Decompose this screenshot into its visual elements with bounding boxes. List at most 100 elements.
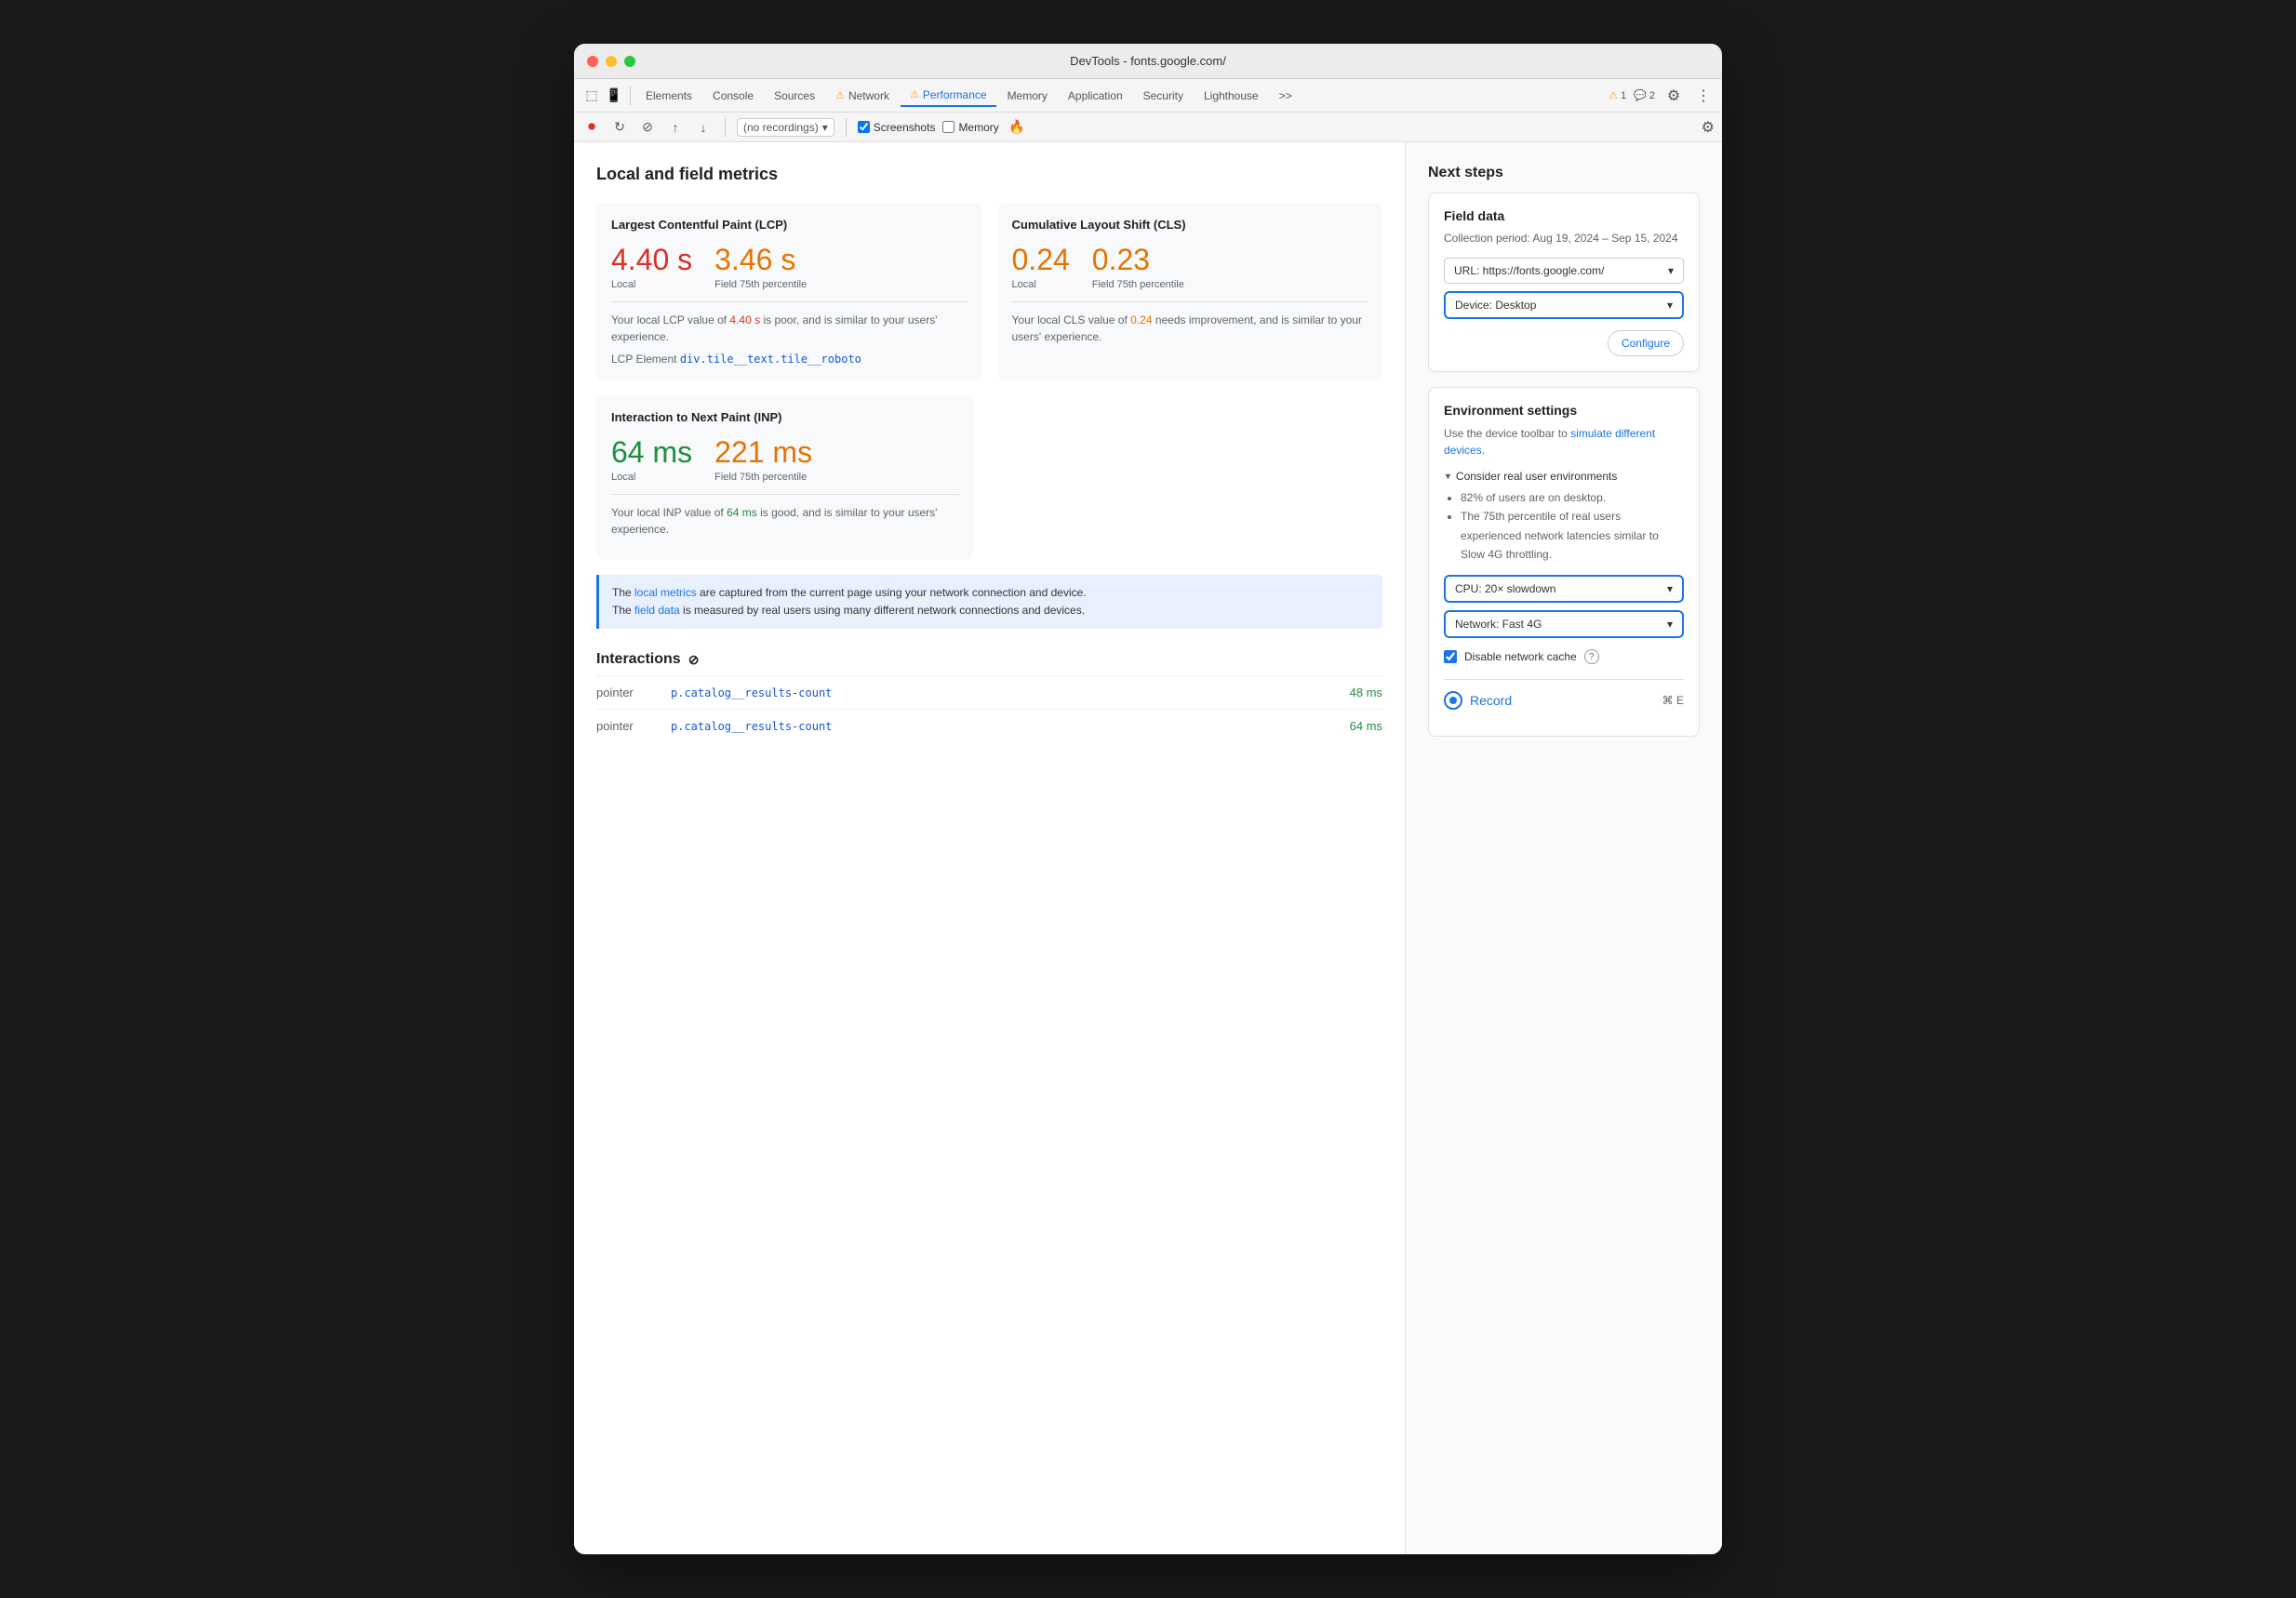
- tab-console[interactable]: Console: [703, 86, 763, 106]
- cls-local-label: Local: [1012, 279, 1070, 290]
- screenshots-checkbox-group[interactable]: Screenshots: [858, 121, 936, 134]
- recordings-select[interactable]: (no recordings) ▾: [737, 118, 834, 137]
- memory-checkbox[interactable]: [942, 121, 954, 133]
- record-shortcut: ⌘ E: [1662, 694, 1684, 707]
- cpu-dropdown[interactable]: CPU: 20× slowdown ▾: [1444, 575, 1684, 603]
- inp-divider: [611, 494, 959, 495]
- lcp-field-label: Field 75th percentile: [714, 279, 807, 290]
- inp-highlight: 64 ms: [727, 506, 757, 519]
- url-dropdown-arrow: ▾: [1668, 264, 1674, 277]
- main-toolbar: ⬚ 📱 Elements Console Sources Network Per…: [574, 79, 1722, 113]
- export-button[interactable]: ↓: [693, 117, 714, 138]
- more-options-button[interactable]: ⋮: [1692, 85, 1715, 107]
- secondary-separator: [725, 118, 726, 137]
- lcp-field-value: 3.46 s: [714, 243, 807, 277]
- inp-description: Your local INP value of 64 ms is good, a…: [611, 504, 959, 538]
- tab-more[interactable]: >>: [1270, 86, 1302, 106]
- network-dropdown[interactable]: Network: Fast 4G ▾: [1444, 610, 1684, 638]
- interaction-element-1[interactable]: p.catalog__results-count: [671, 686, 1350, 699]
- right-panel: Next steps Field data Collection period:…: [1406, 142, 1722, 1554]
- table-row: pointer p.catalog__results-count 64 ms: [596, 709, 1382, 742]
- minimize-button[interactable]: [606, 56, 617, 67]
- cls-values: 0.24 Local 0.23 Field 75th percentile: [1012, 243, 1368, 290]
- network-dropdown-arrow: ▾: [1667, 618, 1673, 631]
- cls-description: Your local CLS value of 0.24 needs impro…: [1012, 312, 1368, 345]
- settings-button[interactable]: ⚙: [1662, 85, 1685, 107]
- tab-network[interactable]: Network: [826, 86, 899, 106]
- record-icon: [1444, 691, 1462, 710]
- disable-cache-checkbox[interactable]: [1444, 650, 1457, 663]
- flamechart-icon[interactable]: 🔥: [1007, 117, 1027, 138]
- inspect-icon[interactable]: ⬚: [581, 86, 602, 106]
- lcp-field-group: 3.46 s Field 75th percentile: [714, 243, 807, 290]
- clear-button[interactable]: ⊘: [637, 117, 658, 138]
- environment-description: Use the device toolbar to simulate diffe…: [1444, 425, 1684, 459]
- consider-title[interactable]: Consider real user environments: [1444, 470, 1684, 483]
- tab-performance[interactable]: Performance: [901, 85, 996, 107]
- record-button[interactable]: Record: [1444, 691, 1512, 710]
- traffic-lights: [587, 56, 635, 67]
- cls-title: Cumulative Layout Shift (CLS): [1012, 218, 1368, 232]
- cls-field-label: Field 75th percentile: [1092, 279, 1184, 290]
- local-metrics-link[interactable]: local metrics: [634, 586, 697, 599]
- consider-section: Consider real user environments 82% of u…: [1444, 470, 1684, 565]
- secondary-toolbar: ⏺ ↻ ⊘ ↑ ↓ (no recordings) ▾ Screenshots …: [574, 113, 1722, 142]
- field-data-link[interactable]: field data: [634, 604, 680, 617]
- record-button[interactable]: ⏺: [581, 117, 602, 138]
- lcp-local-group: 4.40 s Local: [611, 243, 692, 290]
- memory-checkbox-group[interactable]: Memory: [942, 121, 998, 134]
- panel-settings-icon[interactable]: ⚙: [1702, 118, 1715, 137]
- table-row: pointer p.catalog__results-count 48 ms: [596, 675, 1382, 709]
- cls-field-value: 0.23: [1092, 243, 1184, 277]
- lcp-element-value[interactable]: div.tile__text.tile__roboto: [680, 353, 861, 366]
- interaction-type-1: pointer: [596, 686, 671, 699]
- interactions-table: pointer p.catalog__results-count 48 ms p…: [596, 675, 1382, 742]
- cls-field-group: 0.23 Field 75th percentile: [1092, 243, 1184, 290]
- device-dropdown[interactable]: Device: Desktop ▾: [1444, 291, 1684, 319]
- tab-application[interactable]: Application: [1059, 86, 1132, 106]
- record-row: Record ⌘ E: [1444, 679, 1684, 721]
- lcp-description: Your local LCP value of 4.40 s is poor, …: [611, 312, 968, 345]
- tab-lighthouse[interactable]: Lighthouse: [1195, 86, 1268, 106]
- environment-card: Environment settings Use the device tool…: [1428, 387, 1700, 738]
- lcp-highlight: 4.40 s: [729, 313, 760, 326]
- cls-local-group: 0.24 Local: [1012, 243, 1070, 290]
- inp-local-label: Local: [611, 472, 692, 483]
- list-item: The 75th percentile of real users experi…: [1461, 507, 1684, 564]
- cls-local-value: 0.24: [1012, 243, 1070, 277]
- interaction-time-1: 48 ms: [1350, 686, 1382, 699]
- inp-field-value: 221 ms: [714, 435, 812, 470]
- cpu-dropdown-arrow: ▾: [1667, 582, 1673, 595]
- env-dropdowns: CPU: 20× slowdown ▾ Network: Fast 4G ▾: [1444, 575, 1684, 638]
- record-label: Record: [1470, 693, 1512, 708]
- metrics-section-title: Local and field metrics: [596, 165, 1382, 184]
- info-text2: are captured from the current page using…: [697, 586, 1087, 599]
- help-icon[interactable]: ?: [1584, 649, 1599, 664]
- device-toolbar-icon[interactable]: 📱: [604, 86, 624, 106]
- interaction-time-2: 64 ms: [1350, 719, 1382, 733]
- cls-divider: [1012, 301, 1368, 302]
- interaction-element-2[interactable]: p.catalog__results-count: [671, 720, 1350, 733]
- lcp-divider: [611, 301, 968, 302]
- url-dropdown[interactable]: URL: https://fonts.google.com/ ▾: [1444, 258, 1684, 284]
- left-panel: Local and field metrics Largest Contentf…: [574, 142, 1406, 1554]
- reload-button[interactable]: ↻: [609, 117, 630, 138]
- screenshots-checkbox[interactable]: [858, 121, 870, 133]
- tab-elements[interactable]: Elements: [636, 86, 701, 106]
- environment-title: Environment settings: [1444, 403, 1684, 418]
- configure-button[interactable]: Configure: [1608, 330, 1684, 356]
- inp-local-group: 64 ms Local: [611, 435, 692, 483]
- maximize-button[interactable]: [624, 56, 635, 67]
- tab-sources[interactable]: Sources: [765, 86, 824, 106]
- interaction-type-2: pointer: [596, 719, 671, 733]
- import-button[interactable]: ↑: [665, 117, 686, 138]
- tab-memory[interactable]: Memory: [998, 86, 1057, 106]
- lcp-card: Largest Contentful Paint (LCP) 4.40 s Lo…: [596, 203, 982, 380]
- inp-card: Interaction to Next Paint (INP) 64 ms Lo…: [596, 395, 974, 560]
- main-content: Local and field metrics Largest Contentf…: [574, 142, 1722, 1554]
- collection-period: Collection period: Aug 19, 2024 – Sep 15…: [1444, 231, 1684, 246]
- close-button[interactable]: [587, 56, 598, 67]
- tab-security[interactable]: Security: [1134, 86, 1193, 106]
- toolbar-right: ⚠ 1 💬 2 ⚙ ⋮: [1609, 85, 1715, 107]
- message-badge: 💬 2: [1634, 89, 1655, 101]
